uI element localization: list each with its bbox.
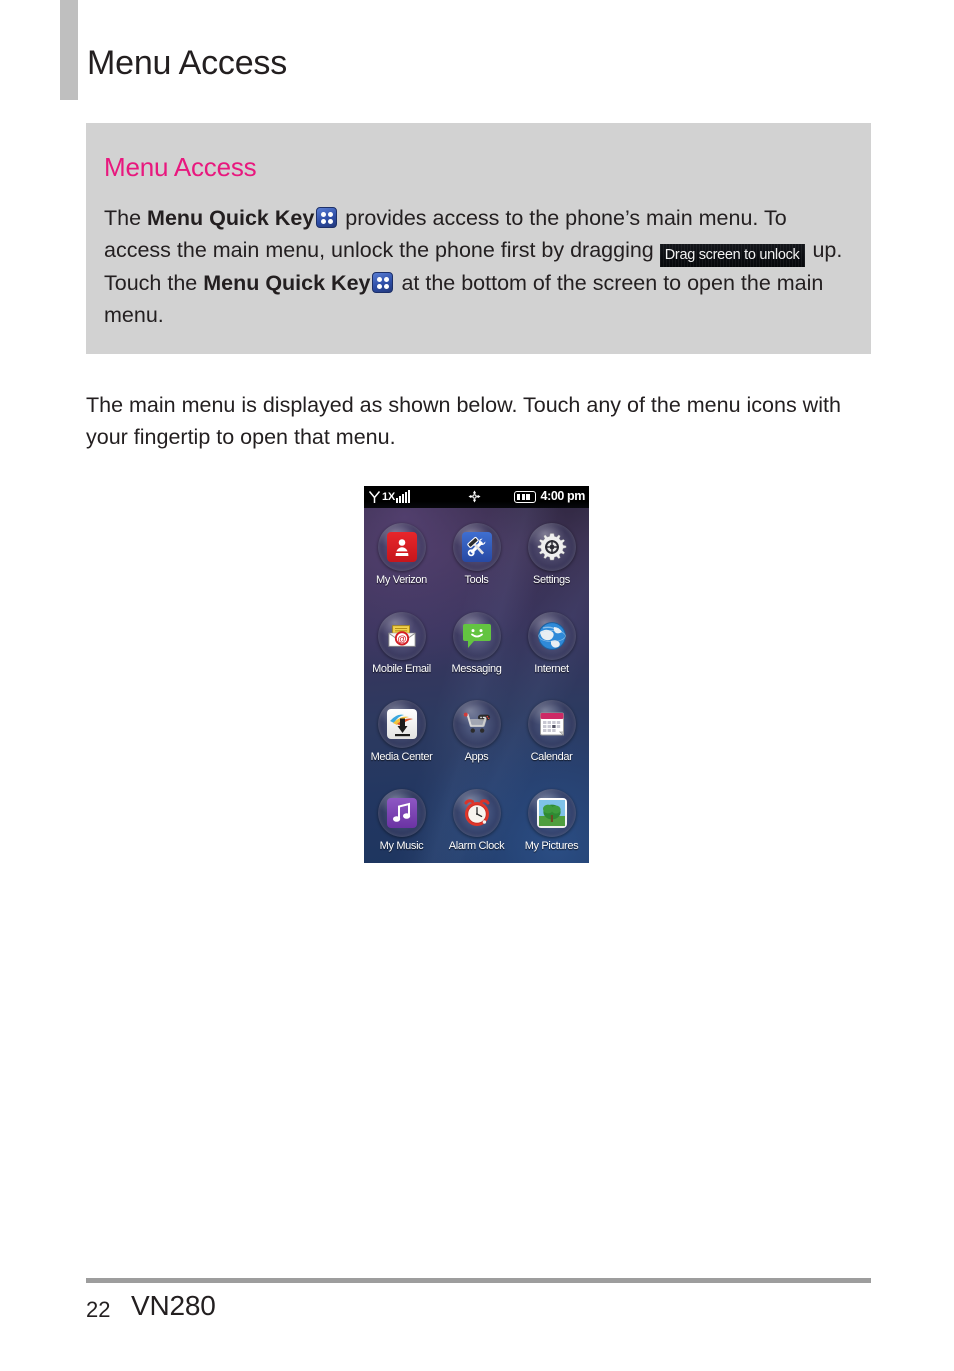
network-type-label: 1X (382, 491, 395, 503)
internet-globe-icon (537, 621, 567, 651)
callout-body: The Menu Quick Key provides access to th… (104, 202, 854, 331)
alarm-clock-icon (462, 798, 492, 828)
status-bar-clock: 4:00 pm (540, 489, 586, 503)
callout-heading: Menu Access (104, 152, 257, 182)
header-accent-bar (60, 0, 78, 100)
menu-item-label: Tools (464, 573, 489, 586)
phone-status-bar: 1X 4:00 pm (364, 486, 589, 508)
drag-screen-to-unlock-badge: Drag screen to unlock (660, 244, 805, 267)
menu-orb (452, 522, 501, 571)
phone-screenshot: 1X 4:00 pm My Verizon Tools Settings @ M… (364, 486, 589, 863)
menu-item-internet[interactable]: Internet (514, 597, 589, 686)
menu-item-my-pictures[interactable]: My Pictures (514, 774, 589, 863)
menu-orb (377, 522, 426, 571)
menu-item-media-center[interactable]: Media Center (364, 686, 439, 775)
intro-paragraph: The main menu is displayed as shown belo… (86, 393, 841, 449)
callout-bold-menu-quick-key-1: Menu Quick Key (147, 206, 315, 230)
my-music-icon (386, 798, 417, 829)
menu-orb (452, 700, 501, 749)
menu-orb (377, 700, 426, 749)
menu-item-label: Apps (464, 751, 489, 764)
menu-item-my-verizon[interactable]: My Verizon (364, 508, 439, 597)
menu-quick-key-icon (372, 272, 394, 293)
menu-item-apps[interactable]: Apps (439, 686, 514, 775)
footer-divider (86, 1278, 871, 1283)
media-center-icon (386, 709, 417, 740)
messaging-icon (462, 621, 492, 651)
menu-item-label: Calendar (530, 751, 573, 764)
menu-item-label: Internet (534, 662, 569, 675)
menu-item-calendar[interactable]: Calendar (514, 686, 589, 775)
footer-model-name: VN280 (131, 1290, 216, 1321)
menu-orb (527, 522, 576, 571)
mobile-email-icon: @ (387, 621, 417, 651)
gps-location-icon (468, 490, 481, 503)
battery-icon (514, 491, 536, 503)
page-title: Menu Access (87, 44, 288, 82)
phone-main-menu-grid: My Verizon Tools Settings @ Mobile Email… (364, 508, 589, 863)
menu-item-mobile-email[interactable]: @ Mobile Email (364, 597, 439, 686)
menu-item-messaging[interactable]: Messaging (439, 597, 514, 686)
signal-antenna-icon (368, 490, 381, 504)
menu-orb (527, 700, 576, 749)
svg-text:@: @ (397, 634, 406, 644)
menu-item-my-music[interactable]: My Music (364, 774, 439, 863)
menu-item-tools[interactable]: Tools (439, 508, 514, 597)
menu-item-label: Media Center (370, 751, 433, 764)
apps-cart-icon (462, 709, 492, 739)
menu-item-alarm-clock[interactable]: Alarm Clock (439, 774, 514, 863)
menu-item-label: Mobile Email (372, 662, 431, 675)
menu-orb (377, 789, 426, 838)
menu-orb (527, 789, 576, 838)
settings-gear-icon (537, 532, 567, 562)
my-pictures-icon (536, 798, 567, 829)
menu-quick-key-icon (316, 207, 338, 228)
callout-bold-menu-quick-key-2: Menu Quick Key (203, 271, 371, 295)
menu-orb: @ (377, 611, 426, 660)
footer-page-number: 22 (86, 1297, 111, 1322)
my-verizon-icon (386, 531, 417, 562)
menu-item-label: My Music (379, 840, 424, 853)
menu-item-label: Alarm Clock (448, 840, 505, 853)
menu-orb (452, 611, 501, 660)
menu-item-label: My Verizon (376, 573, 427, 586)
menu-item-label: Messaging (451, 662, 502, 675)
menu-item-label: My Pictures (524, 840, 579, 853)
menu-orb (452, 789, 501, 838)
callout-text-1: The (104, 206, 148, 230)
menu-orb (527, 611, 576, 660)
tools-icon (461, 531, 492, 562)
menu-access-callout: Menu Access The Menu Quick Key provides … (86, 123, 871, 354)
menu-item-settings[interactable]: Settings (514, 508, 589, 597)
menu-item-label: Settings (533, 573, 570, 586)
signal-strength-bars (395, 490, 410, 503)
calendar-icon (537, 709, 567, 739)
